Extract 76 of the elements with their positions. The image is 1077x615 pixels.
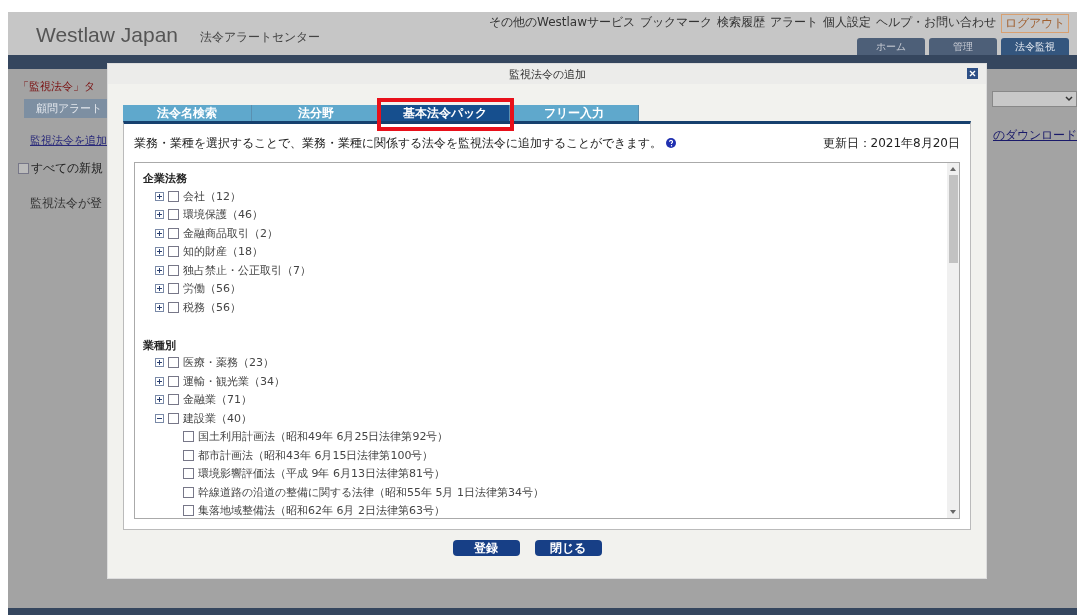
scrollbar[interactable] [947, 163, 959, 518]
checkbox[interactable] [168, 394, 179, 406]
tree-item[interactable]: 知的財産（18） [183, 244, 263, 260]
checkbox[interactable] [183, 486, 194, 498]
expand-icon[interactable] [155, 284, 164, 294]
checkbox-label: すべての新規 [31, 160, 103, 177]
checkbox[interactable] [168, 246, 179, 258]
tree-item[interactable]: 医療・薬務（23） [183, 355, 274, 371]
tree-item[interactable]: 集落地域整備法（昭和62年 6月 2日法律第63号） [198, 503, 445, 518]
add-link[interactable]: 監視法令を追加 [30, 133, 107, 148]
dialog-title: 監視法令の追加 [508, 66, 586, 82]
tree-item[interactable]: 環境影響評価法（平成 9年 6月13日法律第81号） [198, 466, 445, 482]
register-button[interactable]: 登録 [452, 540, 520, 556]
checkbox[interactable] [168, 375, 179, 387]
checkbox[interactable] [18, 163, 29, 174]
close-icon[interactable] [967, 68, 978, 79]
section-heading: 企業法務 [143, 171, 188, 187]
tree-item[interactable]: 労働（56） [183, 281, 241, 297]
checkbox[interactable] [168, 301, 179, 313]
expand-icon[interactable] [155, 376, 164, 386]
tree-item[interactable]: 金融商品取引（2） [183, 225, 278, 241]
tab[interactable]: 基本法令パック [381, 105, 510, 121]
utility-link[interactable]: ブックマーク [640, 14, 712, 33]
checkbox[interactable] [183, 449, 194, 461]
tree-item[interactable]: 建設業（40） [183, 410, 252, 426]
expand-icon[interactable] [155, 395, 164, 405]
tree-item[interactable]: 環境保護（46） [183, 207, 263, 223]
expand-icon[interactable] [155, 210, 164, 220]
expand-icon[interactable] [155, 247, 164, 257]
utility-link[interactable]: 検索履歴 [717, 14, 765, 33]
checkbox[interactable] [168, 190, 179, 202]
nav-tab[interactable]: 法令監視 [1001, 38, 1069, 55]
scroll-down-icon[interactable] [950, 510, 956, 514]
description-text: 業務・業種を選択することで、業務・業種に関係する法令を監視法令に追加することができます。 [134, 134, 662, 152]
collapse-icon[interactable] [155, 413, 164, 423]
tree-item[interactable]: 都市計画法（昭和43年 6月15日法律第100号） [198, 447, 434, 463]
checkbox[interactable] [168, 264, 179, 276]
tree-item[interactable]: 税務（56） [183, 299, 241, 315]
utility-link[interactable]: アラート [770, 14, 818, 33]
checkbox[interactable] [183, 431, 194, 443]
checkbox[interactable] [168, 357, 179, 369]
caret-icon [1065, 96, 1073, 102]
utility-link[interactable]: その他のWestlawサービス [489, 14, 635, 33]
expand-icon[interactable] [155, 191, 164, 201]
scroll-up-icon[interactable] [950, 167, 956, 171]
close-button[interactable]: 閉じる [534, 540, 602, 556]
checkbox[interactable] [168, 209, 179, 221]
empty-message: 監視法令が登 [30, 195, 103, 212]
utility-link[interactable]: ヘルプ・お問い合わせ [876, 14, 996, 33]
expand-icon[interactable] [155, 302, 164, 312]
tree-item[interactable]: 運輸・観光業（34） [183, 373, 285, 389]
tree-item[interactable]: 幹線道路の沿道の整備に関する法律（昭和55年 5月 1日法律第34号） [198, 484, 544, 500]
section-bar: 顧問アラート [24, 99, 107, 118]
section-heading: 業種別 [143, 337, 177, 354]
app-title: 法令アラートセンター [200, 29, 321, 46]
download-link[interactable]: のダウンロード [993, 127, 1077, 144]
expand-icon[interactable] [155, 265, 164, 275]
scroll-thumb[interactable] [948, 175, 958, 263]
help-icon[interactable] [666, 138, 676, 148]
expand-icon[interactable] [155, 358, 164, 368]
update-date: 更新日：2021年8月20日 [822, 134, 960, 152]
nav-tab[interactable]: ホーム [857, 38, 925, 55]
checkbox[interactable] [183, 505, 194, 517]
checkbox[interactable] [183, 468, 194, 480]
notice-text: 「監視法令」タ [17, 79, 96, 94]
nav-tab[interactable]: 管理 [929, 38, 997, 55]
checkbox[interactable] [168, 412, 179, 424]
tree-item[interactable]: 国土利用計画法（昭和49年 6月25日法律第92号） [198, 429, 449, 445]
tree-item[interactable]: 会社（12） [183, 188, 241, 204]
utility-link[interactable]: 個人設定 [823, 14, 871, 33]
checkbox[interactable] [168, 227, 179, 239]
logo[interactable]: Westlaw Japan [36, 22, 179, 47]
checkbox[interactable] [168, 283, 179, 295]
tree-item[interactable]: 独占禁止・公正取引（7） [183, 262, 311, 278]
expand-icon[interactable] [155, 228, 164, 238]
tree-item[interactable]: 金融業（71） [183, 392, 252, 408]
